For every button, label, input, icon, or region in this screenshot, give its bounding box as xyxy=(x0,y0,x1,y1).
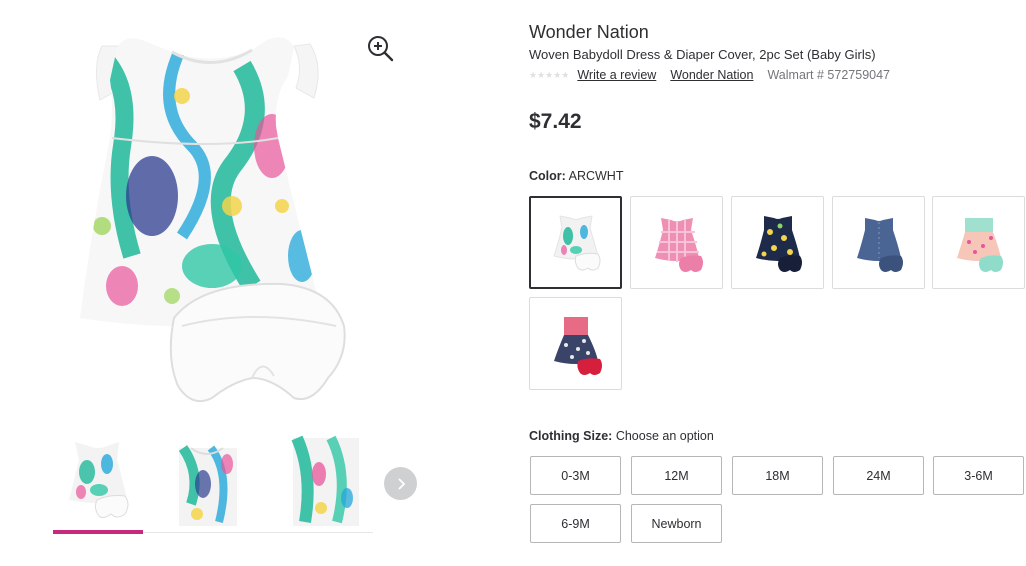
color-swatch-tropical-print[interactable] xyxy=(529,196,622,289)
color-swatch-pink-gingham[interactable] xyxy=(630,196,723,289)
color-label-key: Color: xyxy=(529,169,566,183)
product-title: Woven Babydoll Dress & Diaper Cover, 2pc… xyxy=(529,47,876,62)
product-meta-row: ★★★★★ Write a review Wonder Nation Walma… xyxy=(529,68,890,82)
size-option-18m[interactable]: 18M xyxy=(732,456,823,495)
size-option-24m[interactable]: 24M xyxy=(833,456,924,495)
sku-number: Walmart # 572759047 xyxy=(767,68,890,82)
size-option-newborn[interactable]: Newborn xyxy=(631,504,722,543)
zoom-in-icon[interactable] xyxy=(366,34,394,62)
chevron-right-icon[interactable] xyxy=(384,467,417,500)
product-price: $7.42 xyxy=(529,110,582,133)
color-swatch-chambray[interactable] xyxy=(832,196,925,289)
thumbnail-3[interactable] xyxy=(269,434,361,526)
main-product-image[interactable] xyxy=(62,26,362,416)
size-selected-value: Choose an option xyxy=(615,429,714,443)
size-option-0-3m[interactable]: 0-3M xyxy=(530,456,621,495)
thumbnail-1[interactable] xyxy=(53,434,143,526)
color-label: Color: ARCWHT xyxy=(529,169,623,183)
size-option-3-6m[interactable]: 3-6M xyxy=(933,456,1024,495)
color-selected-value: ARCWHT xyxy=(568,169,624,183)
rating-stars-icon: ★★★★★ xyxy=(529,69,570,80)
active-thumbnail-indicator xyxy=(53,530,143,534)
clothing-size-label: Clothing Size: Choose an option xyxy=(529,429,714,443)
size-label-key: Clothing Size: xyxy=(529,429,613,443)
thumbnail-2[interactable] xyxy=(161,434,251,526)
size-option-12m[interactable]: 12M xyxy=(631,456,722,495)
color-swatch-peach-floral[interactable] xyxy=(932,196,1025,289)
write-review-link[interactable]: Write a review xyxy=(577,68,656,82)
brand-link[interactable]: Wonder Nation xyxy=(670,68,753,82)
thumbnail-strip xyxy=(53,430,373,535)
color-swatch-navy-lemon[interactable] xyxy=(731,196,824,289)
size-option-6-9m[interactable]: 6-9M xyxy=(530,504,621,543)
color-swatch-pink-navy-floral[interactable] xyxy=(529,297,622,390)
product-brand-heading: Wonder Nation xyxy=(529,22,649,42)
